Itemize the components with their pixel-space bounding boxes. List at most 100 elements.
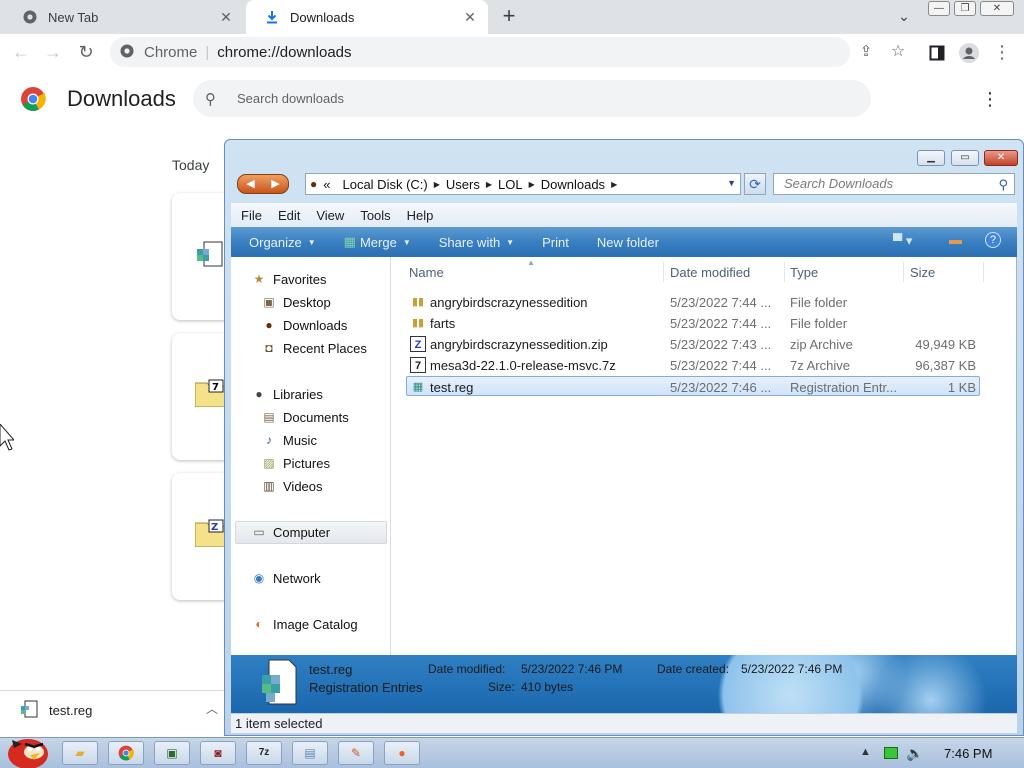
sort-arrow-icon: ▲ [527, 258, 535, 267]
nav-videos[interactable]: ▥ Videos [261, 476, 322, 496]
tab-downloads[interactable]: Downloads ✕ [246, 0, 488, 34]
nav-desktop[interactable]: ▣ Desktop [261, 292, 330, 312]
music-icon: ♪ [266, 433, 272, 447]
breadcrumb-arrow-icon[interactable]: ▶ [611, 180, 617, 189]
restore-button[interactable]: ❐ [954, 1, 976, 16]
tab-search-icon[interactable]: ⌄ [894, 8, 914, 26]
nav-favorites[interactable]: ★ Favorites [251, 269, 327, 289]
taskbar-firefox-icon[interactable]: ● [384, 741, 420, 765]
explorer-maximize-button[interactable]: ▭ [951, 150, 979, 166]
explorer-search-input[interactable]: Search Downloads ⚲ [773, 173, 1015, 195]
address-dropdown-icon[interactable]: ▼ [727, 178, 736, 188]
browser-toolbar: ← → ↻ Chrome | chrome://downloads ⇪ ☆ ⋮ [0, 34, 1024, 70]
file-row-selected[interactable]: ▦ test.reg 5/23/2022 7:46 ... Registrati… [406, 376, 980, 396]
breadcrumb-arrow-icon[interactable]: ▶ [486, 180, 492, 189]
explorer-address-bar[interactable]: ● « Local Disk (C:) ▶ Users ▶ LOL ▶ Down… [305, 173, 741, 195]
menu-kebab-icon[interactable]: ⋮ [991, 42, 1013, 64]
start-button-angry-bird-icon[interactable] [4, 730, 52, 768]
merge-button[interactable]: ▦ Merge ▼ [344, 234, 411, 250]
column-type[interactable]: Type [790, 265, 818, 280]
taskbar-archive-icon[interactable]: ◙ [200, 741, 236, 765]
breadcrumb-local-disk[interactable]: Local Disk (C:) [342, 177, 427, 192]
nav-documents[interactable]: ▤ Documents [261, 407, 348, 427]
paint-icon: ✎ [350, 746, 362, 760]
explorer-close-button[interactable]: ✕ [984, 150, 1018, 166]
bookmark-star-icon[interactable]: ☆ [887, 42, 909, 64]
help-icon[interactable]: ? [985, 232, 1001, 248]
view-options-icon[interactable]: ▀ ▾ [893, 233, 912, 249]
taskbar-notepad-icon[interactable]: ▤ [292, 741, 328, 765]
nav-downloads[interactable]: ● Downloads [261, 315, 347, 335]
breadcrumb-lol[interactable]: LOL [498, 177, 523, 192]
file-row[interactable]: 7 mesa3d-22.1.0-release-msvc.7z 5/23/202… [406, 355, 980, 375]
breadcrumb-overflow[interactable]: « [323, 177, 330, 192]
battery-icon[interactable] [884, 747, 898, 759]
menu-edit[interactable]: Edit [278, 208, 300, 223]
explorer-minimize-button[interactable]: ▁ [917, 150, 945, 166]
taskbar-terminal-icon[interactable]: ▣ [154, 741, 190, 765]
address-bar[interactable]: Chrome | chrome://downloads [110, 37, 850, 67]
column-size[interactable]: Size [910, 265, 935, 280]
nav-libraries[interactable]: ● Libraries [251, 384, 322, 404]
preview-pane-icon[interactable]: ▬ [949, 232, 962, 247]
column-date-modified[interactable]: Date modified [670, 265, 750, 280]
organize-button[interactable]: Organize ▼ [249, 235, 316, 250]
details-pane: test.reg Registration Entries Date modif… [231, 655, 1017, 713]
nav-network[interactable]: ◉ Network [251, 568, 321, 588]
search-icon[interactable]: ⚲ [998, 175, 1008, 195]
downloads-search-input[interactable]: ⚲ Search downloads [193, 80, 871, 117]
shelf-item-name[interactable]: test.reg [49, 703, 92, 718]
volume-icon[interactable]: 🔈 [906, 745, 923, 762]
breadcrumb-users[interactable]: Users [446, 177, 480, 192]
taskbar-7zip-icon[interactable]: 7z [246, 741, 282, 765]
new-tab-button[interactable]: + [498, 5, 520, 28]
tab-new-tab[interactable]: New Tab ✕ [4, 0, 244, 34]
chevron-up-icon[interactable]: ︿ [206, 700, 220, 716]
close-tab-icon[interactable]: ✕ [462, 9, 478, 25]
share-with-button[interactable]: Share with ▼ [439, 235, 514, 250]
file-row[interactable]: ▮▮ farts 5/23/2022 7:44 ... File folder [406, 313, 980, 333]
menu-help[interactable]: Help [407, 208, 434, 223]
nav-image-catalog[interactable]: ◐ Image Catalog [251, 614, 357, 634]
minimize-button[interactable]: — [928, 1, 950, 16]
menu-tools[interactable]: Tools [360, 208, 390, 223]
taskbar-chrome-icon[interactable] [108, 741, 144, 765]
nav-recent-places[interactable]: ◘ Recent Places [261, 338, 366, 358]
clock[interactable]: 7:46 PM [944, 746, 992, 761]
column-name[interactable]: Name [409, 265, 444, 280]
side-panel-icon[interactable] [926, 42, 948, 64]
refresh-icon[interactable]: ⟳ [744, 173, 766, 195]
file-row[interactable]: Z angrybirdscrazynessedition.zip 5/23/20… [406, 334, 980, 354]
taskbar-paint-icon[interactable]: ✎ [338, 741, 374, 765]
back-icon[interactable]: ← [10, 42, 32, 64]
back-arrow-icon[interactable]: ◀ [238, 175, 263, 193]
share-icon[interactable]: ⇪ [855, 42, 877, 64]
breadcrumb-downloads[interactable]: Downloads [541, 177, 605, 192]
reload-icon[interactable]: ↻ [75, 42, 97, 64]
back-forward-buttons[interactable]: ◀ ▶ [237, 174, 289, 194]
profile-avatar[interactable] [958, 42, 980, 64]
downloads-menu-icon[interactable]: ⋮ [980, 88, 1000, 110]
firefox-icon: ● [398, 746, 406, 760]
details-file-name: test.reg [309, 662, 353, 677]
taskbar-explorer-icon[interactable]: ▰ [62, 741, 98, 765]
new-folder-button[interactable]: New folder [597, 235, 659, 250]
nav-music[interactable]: ♪ Music [261, 430, 317, 450]
file-row[interactable]: ▮▮ angrybirdscrazynessedition 5/23/2022 … [406, 292, 980, 312]
close-window-button[interactable]: ✕ [980, 1, 1014, 16]
breadcrumb-arrow-icon[interactable]: ▶ [434, 180, 440, 189]
breadcrumb-arrow-icon[interactable]: ▶ [529, 180, 535, 189]
print-button[interactable]: Print [542, 235, 569, 250]
column-headers: Name ▲ Date modified Type Size [401, 258, 984, 282]
menu-file[interactable]: File [241, 208, 262, 223]
forward-icon[interactable]: → [42, 42, 64, 64]
nav-pictures[interactable]: ▨ Pictures [261, 453, 330, 473]
forward-arrow-icon[interactable]: ▶ [263, 175, 288, 193]
menu-view[interactable]: View [316, 208, 344, 223]
menu-bar: File Edit View Tools Help [231, 203, 1017, 227]
nav-computer[interactable]: ▭ Computer [251, 522, 330, 542]
tray-expand-icon[interactable]: ▲ [860, 746, 871, 758]
date-group-label: Today [172, 157, 210, 173]
close-tab-icon[interactable]: ✕ [218, 9, 234, 25]
svg-text:7: 7 [212, 382, 219, 393]
